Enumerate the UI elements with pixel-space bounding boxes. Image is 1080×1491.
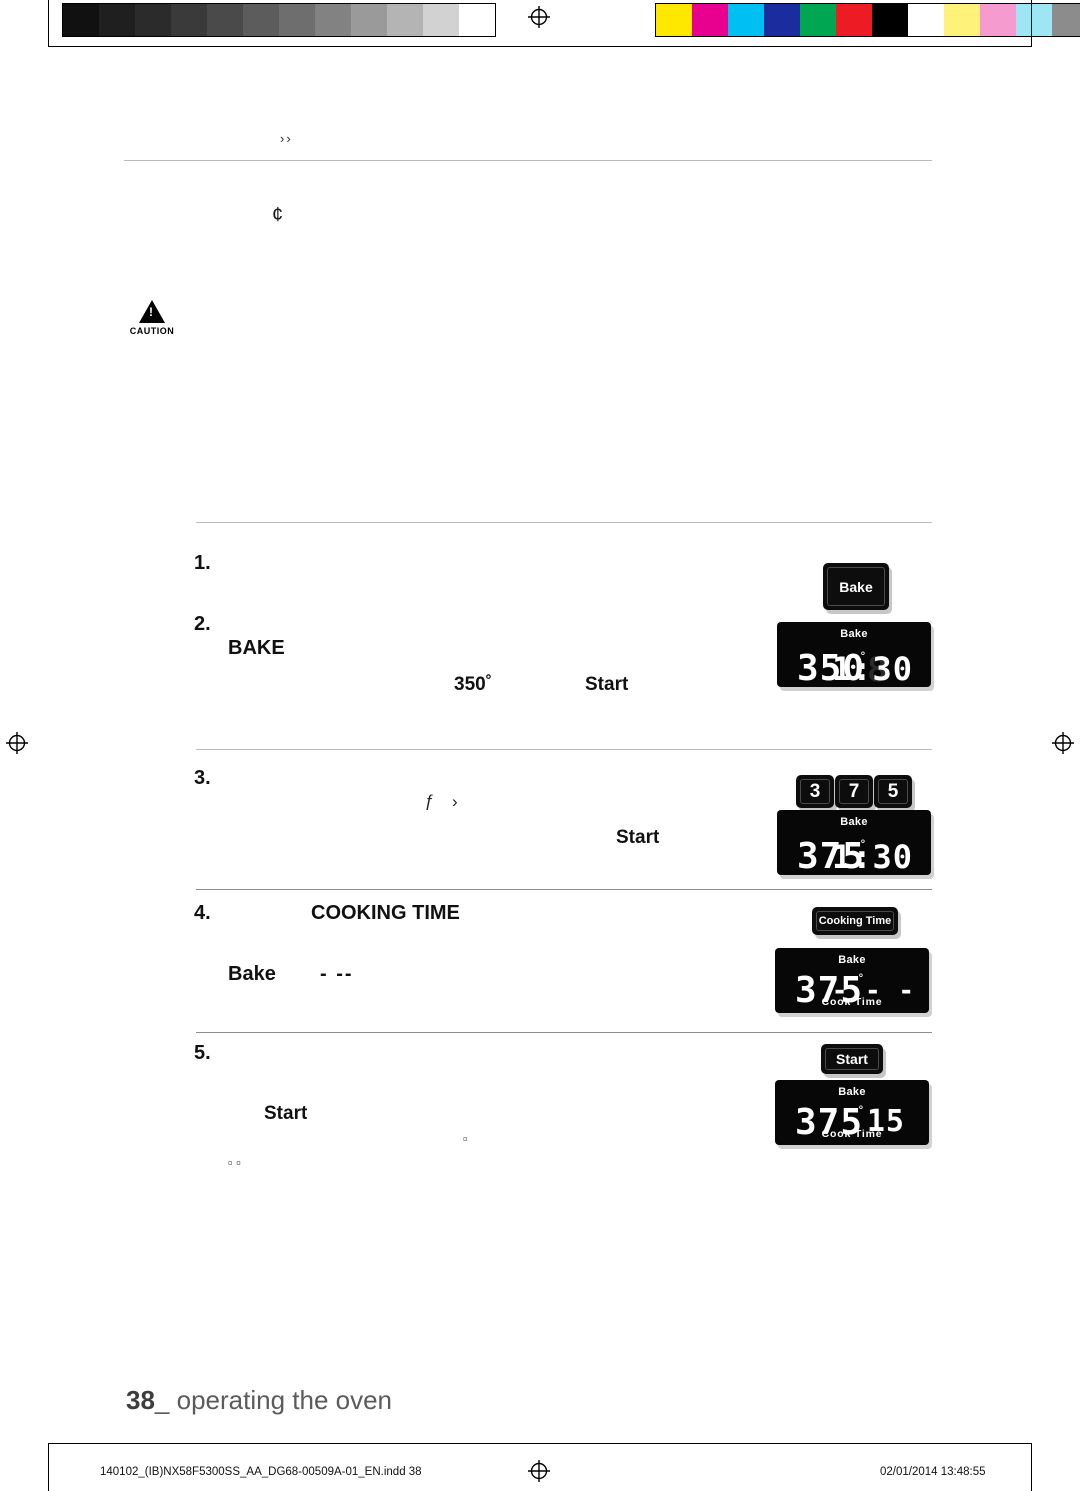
step-2-number: 2. [194, 613, 211, 635]
step-4-number: 4. [194, 902, 211, 924]
digit-7-key-label: 7 [839, 779, 869, 804]
step-5-note-squares: ▫ ▫ [228, 1155, 241, 1170]
step-5-inline-square-glyph: ▫ [463, 1131, 468, 1146]
divider-section-top [124, 160, 932, 161]
display-step-4-mode: Bake [838, 954, 866, 966]
display-step-3-mode: Bake [840, 816, 868, 828]
page-folio-text: operating the oven [176, 1385, 393, 1415]
imprint-timestamp: 02/01/2014 13:48:55 [880, 1466, 986, 1478]
display-step-2: Bake 350 ˚ 8 1:30 [777, 622, 931, 690]
divider-before-step-4 [196, 889, 932, 890]
step-2-temperature-value: 350˚ [454, 674, 493, 695]
bake-key-cap[interactable]: Bake [823, 563, 889, 610]
display-step-2-time: 1:30 [831, 650, 913, 688]
step-3-chevron-glyph: › [452, 792, 458, 811]
page-folio: 38_ operating the oven [126, 1385, 392, 1416]
digit-3-key-label: 3 [800, 779, 830, 804]
step-2-bake-label: BAKE [228, 637, 285, 659]
cooking-time-key-label: Cooking Time [816, 911, 894, 931]
caution-triangle-icon [139, 300, 165, 323]
divider-before-step-3 [196, 749, 932, 750]
step-3-number: 3. [194, 767, 211, 789]
caution-icon: CAUTION [124, 300, 180, 336]
display-step-5-sub-label: Cook Time [821, 1128, 883, 1140]
display-step-3: Bake 375 ˚ 1:30 [777, 810, 931, 877]
bake-key-label: Bake [827, 567, 885, 606]
cent-symbol: ¢ [272, 204, 284, 226]
digit-5-key-label: 5 [878, 779, 908, 804]
start-key-cap[interactable]: Start [821, 1044, 883, 1074]
step-4-dashes: - -- [320, 963, 354, 985]
display-step-4-sub-label: Cook Time [821, 996, 883, 1008]
imprint-filename: 140102_(IB)NX58F5300SS_AA_DG68-00509A-01… [100, 1466, 422, 1478]
page-content: ›› ¢ CAUTION 1. Bake 2. BAKE 350˚ Start … [0, 0, 1080, 1491]
divider-before-step-5 [196, 1032, 932, 1033]
page-folio-number: 38 [126, 1385, 155, 1415]
display-step-3-time: 1:30 [831, 838, 913, 876]
display-step-2-mode: Bake [840, 628, 868, 640]
display-step-4: Bake 375 ˚ - - - Cook Time [775, 948, 929, 1013]
step-3-start-label: Start [616, 827, 660, 848]
divider-before-step-1 [196, 522, 932, 523]
display-step-5: Bake 375 ˚ 15 Cook Time [775, 1080, 929, 1145]
cooking-time-key-cap[interactable]: Cooking Time [812, 907, 898, 935]
step-1-number: 1. [194, 552, 211, 574]
section-chevron: ›› [280, 131, 293, 146]
step-4-cooking-time-label: COOKING TIME [311, 902, 460, 924]
step-4-bake-sub-label: Bake [228, 963, 276, 985]
display-step-5-degree: ˚ [857, 1106, 865, 1121]
step-2-start-label: Start [585, 674, 629, 695]
step-3-f-glyph: ƒ [424, 791, 434, 810]
caution-label: CAUTION [129, 326, 175, 336]
page-folio-separator: _ [154, 1385, 170, 1415]
digit-7-key-cap[interactable]: 7 [835, 775, 873, 808]
digit-3-key-cap[interactable]: 3 [796, 775, 834, 808]
start-key-label: Start [825, 1048, 879, 1070]
step-5-start-label: Start [264, 1103, 308, 1124]
step-5-number: 5. [194, 1042, 211, 1064]
digit-5-key-cap[interactable]: 5 [874, 775, 912, 808]
display-step-5-mode: Bake [838, 1086, 866, 1098]
